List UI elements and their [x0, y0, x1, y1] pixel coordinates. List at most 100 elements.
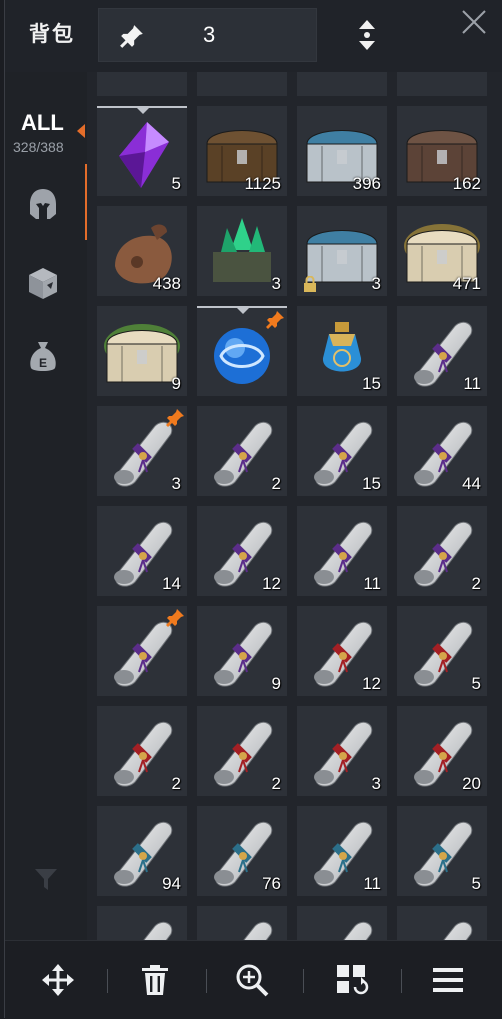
item-quantity: 12	[262, 574, 281, 593]
money-bag-letter: E	[39, 356, 47, 370]
item-quantity: 9	[171, 374, 181, 393]
sort-icon[interactable]	[355, 18, 379, 52]
inventory-slot[interactable]: 44	[397, 406, 487, 496]
inventory-slot[interactable]: 9	[197, 606, 287, 696]
inventory-slot[interactable]: 2	[97, 706, 187, 796]
inventory-slot[interactable]: 3	[97, 406, 187, 496]
inventory-slot-partial[interactable]	[297, 72, 387, 96]
grid-refresh-icon[interactable]	[335, 963, 369, 997]
category-sidebar: ALL 328/388 E	[5, 72, 87, 940]
inventory-slot[interactable]: 396	[297, 106, 387, 196]
item-quantity: 438	[152, 274, 181, 293]
category-all[interactable]: ALL 328/388	[5, 94, 87, 174]
inventory-slot[interactable]: 14	[97, 506, 187, 596]
toolbar-divider	[107, 969, 108, 993]
inventory-slot[interactable]: 12	[197, 506, 287, 596]
inventory-capacity: 328/388	[13, 139, 64, 155]
inventory-slot[interactable]: 11	[297, 806, 387, 896]
inventory-slot[interactable]: 94	[97, 806, 187, 896]
inventory-slot-partial[interactable]	[97, 72, 187, 96]
pinned-count: 3	[203, 22, 216, 47]
item-quantity: 2	[171, 774, 181, 793]
item-quantity: 3	[371, 774, 381, 793]
toolbar-divider	[206, 969, 207, 993]
inventory-slot[interactable]: 162	[397, 106, 487, 196]
item-quantity: 2	[471, 574, 481, 593]
item-quantity: 11	[463, 374, 481, 393]
inventory-slot[interactable]: 9	[97, 306, 187, 396]
inventory-slot-partial[interactable]	[197, 72, 287, 96]
item-quantity: 11	[363, 574, 381, 593]
inventory-slot[interactable]: 5	[397, 806, 487, 896]
item-quantity: 396	[352, 174, 381, 193]
item-quantity: 2	[271, 774, 281, 793]
trash-icon[interactable]	[138, 963, 172, 997]
pinned-icon	[166, 409, 184, 427]
pinned-items-filter[interactable]: 3	[98, 8, 317, 62]
helmet-icon[interactable]	[25, 186, 61, 222]
inventory-slot-partial[interactable]	[397, 72, 487, 96]
item-quantity: 471	[452, 274, 481, 293]
selection-marker	[237, 308, 249, 314]
inventory-slot[interactable]: 2	[397, 506, 487, 596]
category-all-label: ALL	[21, 110, 64, 135]
item-quantity: 14	[162, 574, 181, 593]
money-bag-icon[interactable]: E	[25, 338, 61, 374]
item-quantity: 3	[371, 274, 381, 293]
item-quantity: 1125	[244, 174, 281, 193]
inventory-slot[interactable]: 2	[197, 406, 287, 496]
inventory-slot[interactable]: 1125	[197, 106, 287, 196]
inventory-slot[interactable]: 471	[397, 206, 487, 296]
filter-icon[interactable]	[33, 866, 59, 892]
selection-marker	[137, 108, 149, 114]
inventory-slot[interactable]	[97, 606, 187, 696]
close-icon[interactable]	[460, 8, 488, 36]
menu-icon[interactable]	[431, 963, 465, 997]
inventory-window: 背包 3 ALL 328/388 E 5 1125 396 162 438 3 …	[4, 0, 502, 1019]
item-quantity: 5	[171, 174, 181, 193]
inventory-slot[interactable]: 5	[97, 106, 187, 196]
inventory-slot[interactable]: 76	[197, 806, 287, 896]
inventory-slot[interactable]: 3	[297, 706, 387, 796]
inventory-slot[interactable]	[197, 306, 287, 396]
item-quantity: 11	[363, 874, 381, 893]
inventory-slot[interactable]: 15	[297, 306, 387, 396]
zoom-in-icon[interactable]	[235, 963, 269, 997]
inventory-slot[interactable]	[97, 906, 187, 940]
inventory-slot[interactable]: 2	[197, 706, 287, 796]
inventory-header: 背包 3	[5, 0, 502, 72]
inventory-slot[interactable]: 11	[397, 306, 487, 396]
box-icon[interactable]	[25, 265, 61, 301]
scroll-teal-icon	[343, 921, 373, 940]
active-category-bar	[85, 164, 87, 240]
inventory-slot[interactable]: 15	[297, 406, 387, 496]
move-arrows-icon[interactable]	[41, 963, 75, 997]
item-quantity: 44	[462, 474, 481, 493]
inventory-slot[interactable]: 20	[397, 706, 487, 796]
inventory-slot[interactable]: 3	[197, 206, 287, 296]
inventory-slot[interactable]	[197, 906, 287, 940]
item-quantity: 15	[362, 474, 381, 493]
item-quantity: 20	[462, 774, 481, 793]
inventory-slot[interactable]	[297, 906, 387, 940]
inventory-slot[interactable]: 438	[97, 206, 187, 296]
inventory-slot[interactable]: 3	[297, 206, 387, 296]
toolbar-divider	[401, 969, 402, 993]
active-category-marker	[77, 124, 85, 138]
inventory-slot[interactable]	[397, 906, 487, 940]
inventory-slot[interactable]: 12	[297, 606, 387, 696]
inventory-slot[interactable]: 11	[297, 506, 387, 596]
toolbar-divider	[303, 969, 304, 993]
item-quantity: 5	[471, 874, 481, 893]
scroll-teal-icon	[143, 921, 173, 940]
lock-icon	[304, 276, 316, 292]
item-quantity: 3	[271, 274, 281, 293]
pin-icon	[120, 25, 143, 48]
item-quantity: 162	[452, 174, 481, 193]
pinned-icon	[166, 609, 184, 627]
scroll-teal-icon	[443, 921, 473, 940]
inventory-slot[interactable]: 5	[397, 606, 487, 696]
scroll-teal-icon	[243, 921, 273, 940]
item-quantity: 3	[171, 474, 181, 493]
item-quantity: 5	[471, 674, 481, 693]
